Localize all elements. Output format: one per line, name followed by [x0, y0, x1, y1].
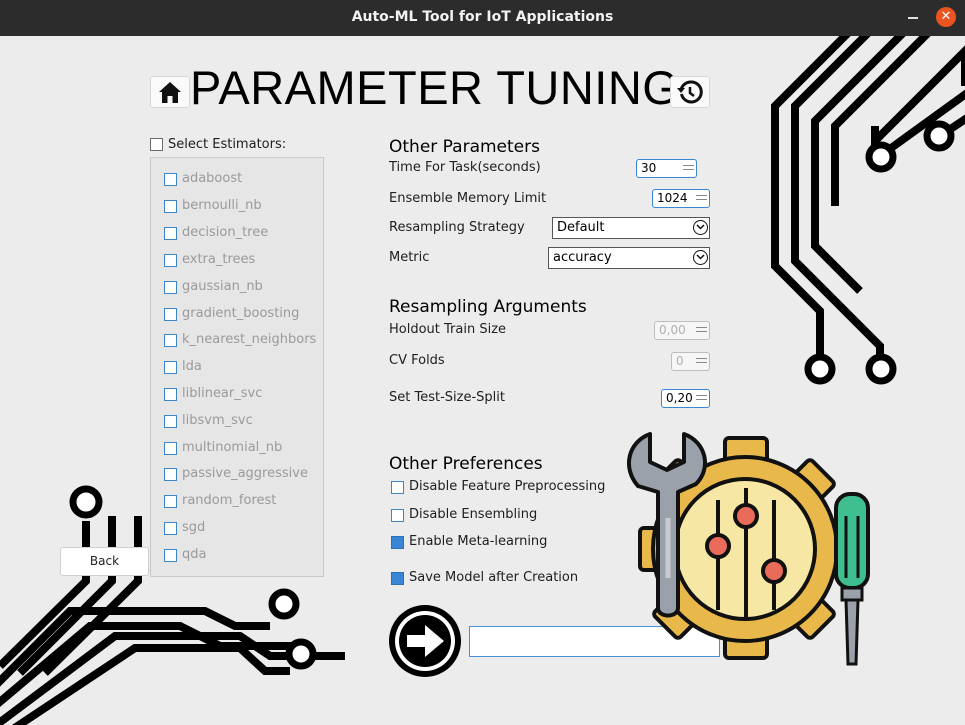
estimator-checkbox[interactable]	[164, 495, 177, 508]
holdout-train-size-label: Holdout Train Size	[389, 322, 507, 337]
window-titlebar: Auto-ML Tool for IoT Applications ✕	[0, 0, 965, 36]
estimator-checkbox[interactable]	[164, 227, 177, 240]
spin-arrows-icon[interactable]	[696, 324, 707, 337]
select-estimators-checkbox[interactable]	[150, 138, 163, 151]
estimator-list: adaboost bernoulli_nb decision_tree extr…	[150, 157, 324, 577]
chevron-down-icon	[693, 220, 708, 235]
estimator-checkbox[interactable]	[164, 281, 177, 294]
spin-arrows-icon[interactable]	[683, 162, 694, 175]
spin-arrows-icon[interactable]	[696, 355, 707, 368]
estimator-checkbox[interactable]	[164, 334, 177, 347]
holdout-train-size-spinbox[interactable]: 0,00	[654, 321, 710, 340]
history-icon	[677, 80, 703, 104]
page-title: PARAMETER TUNING	[190, 61, 680, 114]
next-button[interactable]	[389, 605, 461, 677]
ensemble-memory-spinbox[interactable]: 1024	[652, 189, 710, 208]
estimator-checkbox[interactable]	[164, 522, 177, 535]
save-model-checkbox[interactable]	[391, 572, 404, 585]
estimator-checkbox[interactable]	[164, 361, 177, 374]
estimator-checkbox[interactable]	[164, 200, 177, 213]
resampling-strategy-label: Resampling Strategy	[389, 220, 525, 235]
settings-tools-illustration	[627, 432, 870, 666]
home-icon	[159, 82, 181, 103]
arrow-right-icon	[395, 611, 455, 671]
metric-label: Metric	[389, 250, 430, 265]
window-title: Auto-ML Tool for IoT Applications	[351, 9, 614, 25]
minimize-button[interactable]	[908, 17, 918, 19]
disable-ensembling-checkbox[interactable]	[391, 509, 404, 522]
estimator-checkbox[interactable]	[164, 388, 177, 401]
save-model-label: Save Model after Creation	[409, 570, 579, 585]
disable-feature-preprocessing-label: Disable Feature Preprocessing	[409, 479, 606, 494]
home-button[interactable]	[150, 76, 190, 108]
estimator-checkbox[interactable]	[164, 254, 177, 267]
spin-arrows-icon[interactable]	[696, 392, 707, 405]
estimator-checkbox[interactable]	[164, 308, 177, 321]
test-size-split-label: Set Test-Size-Split	[389, 390, 505, 405]
other-parameters-heading: Other Parameters	[389, 137, 540, 157]
resampling-strategy-select[interactable]: Default	[552, 217, 710, 239]
estimator-checkbox[interactable]	[164, 173, 177, 186]
estimator-checkbox[interactable]	[164, 415, 177, 428]
ensemble-memory-label: Ensemble Memory Limit	[389, 191, 547, 206]
metric-select[interactable]: accuracy	[548, 247, 710, 269]
estimator-checkbox[interactable]	[164, 468, 177, 481]
history-button[interactable]	[670, 76, 710, 108]
select-estimators-label: Select Estimators:	[168, 137, 287, 152]
resampling-arguments-heading: Resampling Arguments	[389, 297, 587, 317]
estimator-checkbox[interactable]	[164, 442, 177, 455]
chevron-down-icon	[693, 250, 708, 265]
other-preferences-heading: Other Preferences	[389, 454, 543, 474]
back-button[interactable]: Back	[60, 547, 149, 576]
enable-meta-learning-label: Enable Meta-learning	[409, 534, 548, 549]
cv-folds-spinbox[interactable]: 0	[671, 352, 710, 371]
time-for-task-label: Time For Task(seconds)	[389, 160, 541, 175]
enable-meta-learning-checkbox[interactable]	[391, 536, 404, 549]
spin-arrows-icon[interactable]	[696, 192, 707, 205]
time-for-task-spinbox[interactable]: 30	[636, 159, 697, 178]
disable-ensembling-label: Disable Ensembling	[409, 507, 538, 522]
disable-feature-preprocessing-checkbox[interactable]	[391, 481, 404, 494]
close-button[interactable]: ✕	[936, 7, 956, 27]
test-size-split-spinbox[interactable]: 0,20	[661, 389, 710, 408]
estimator-checkbox[interactable]	[164, 549, 177, 562]
cv-folds-label: CV Folds	[389, 353, 445, 368]
